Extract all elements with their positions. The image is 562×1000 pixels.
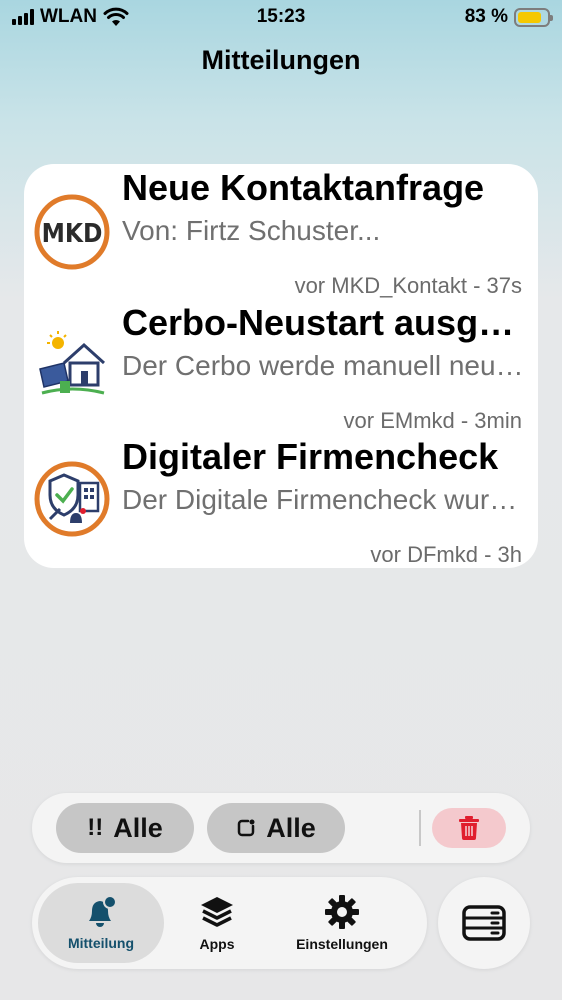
gear-icon <box>325 895 359 929</box>
notification-title: Cerbo-Neustart ausgelöst <box>122 302 526 343</box>
mkd-logo-icon: MKD <box>34 194 110 270</box>
status-filter-button[interactable]: Alle <box>207 803 345 853</box>
notification-item[interactable]: Cerbo-Neustart ausgelöst Der Cerbo werde… <box>24 301 538 436</box>
server-icon <box>462 905 506 941</box>
notification-meta: vor EMmkd - 3min <box>343 408 522 433</box>
notification-body: Von: Firtz Schuster... <box>122 215 381 246</box>
page-title: Mitteilungen <box>201 45 361 75</box>
priority-icon: !! <box>87 814 104 841</box>
unread-status-icon <box>237 819 255 837</box>
status-right: 83 % <box>464 6 553 28</box>
notification-body: Der Digitale Firmencheck wurde durchgefü… <box>122 484 526 515</box>
tab-label: Einstellungen <box>296 936 388 952</box>
notification-title: Digitaler Firmencheck <box>122 436 499 477</box>
security-check-icon <box>34 461 110 537</box>
svg-text:MKD: MKD <box>42 219 103 249</box>
filter-bar: !! Alle Alle <box>32 793 530 863</box>
priority-filter-label: Alle <box>113 812 163 843</box>
tab-mitteilung[interactable]: Mitteilung <box>38 883 164 963</box>
tab-bar: Mitteilung Apps Einstellungen <box>32 877 427 969</box>
tab-einstellungen[interactable]: Einstellungen <box>282 883 402 963</box>
trash-icon <box>459 816 479 840</box>
notification-item[interactable]: MKD Neue Kontaktanfrage Von: Firtz Schus… <box>24 166 538 301</box>
status-bar: WLAN 15:23 83 % <box>0 0 562 34</box>
notification-body: Der Cerbo werde manuell neu gestartet <box>122 350 526 381</box>
tab-apps[interactable]: Apps <box>177 883 257 963</box>
bell-badge-icon <box>89 895 117 927</box>
layers-icon <box>201 897 233 927</box>
priority-filter-button[interactable]: !! Alle <box>56 803 194 853</box>
notification-meta: vor MKD_Kontakt - 37s <box>294 273 522 298</box>
solar-house-icon <box>39 331 106 395</box>
server-button[interactable] <box>438 877 530 969</box>
notification-title: Neue Kontaktanfrage <box>122 167 485 208</box>
tab-label: Mitteilung <box>67 935 135 951</box>
battery-percent: 83 % <box>464 6 508 27</box>
tab-label: Apps <box>199 936 235 952</box>
status-filter-label: Alle <box>266 812 316 843</box>
notification-list: MKD Neue Kontaktanfrage Von: Firtz Schus… <box>24 164 538 568</box>
battery-icon <box>514 7 553 27</box>
divider <box>419 810 421 846</box>
battery-level <box>518 11 542 23</box>
notification-item[interactable]: Digitaler Firmencheck Der Digitale Firme… <box>24 435 538 568</box>
delete-all-button[interactable] <box>432 808 506 848</box>
notification-meta: vor DFmkd - 3h <box>370 542 522 567</box>
